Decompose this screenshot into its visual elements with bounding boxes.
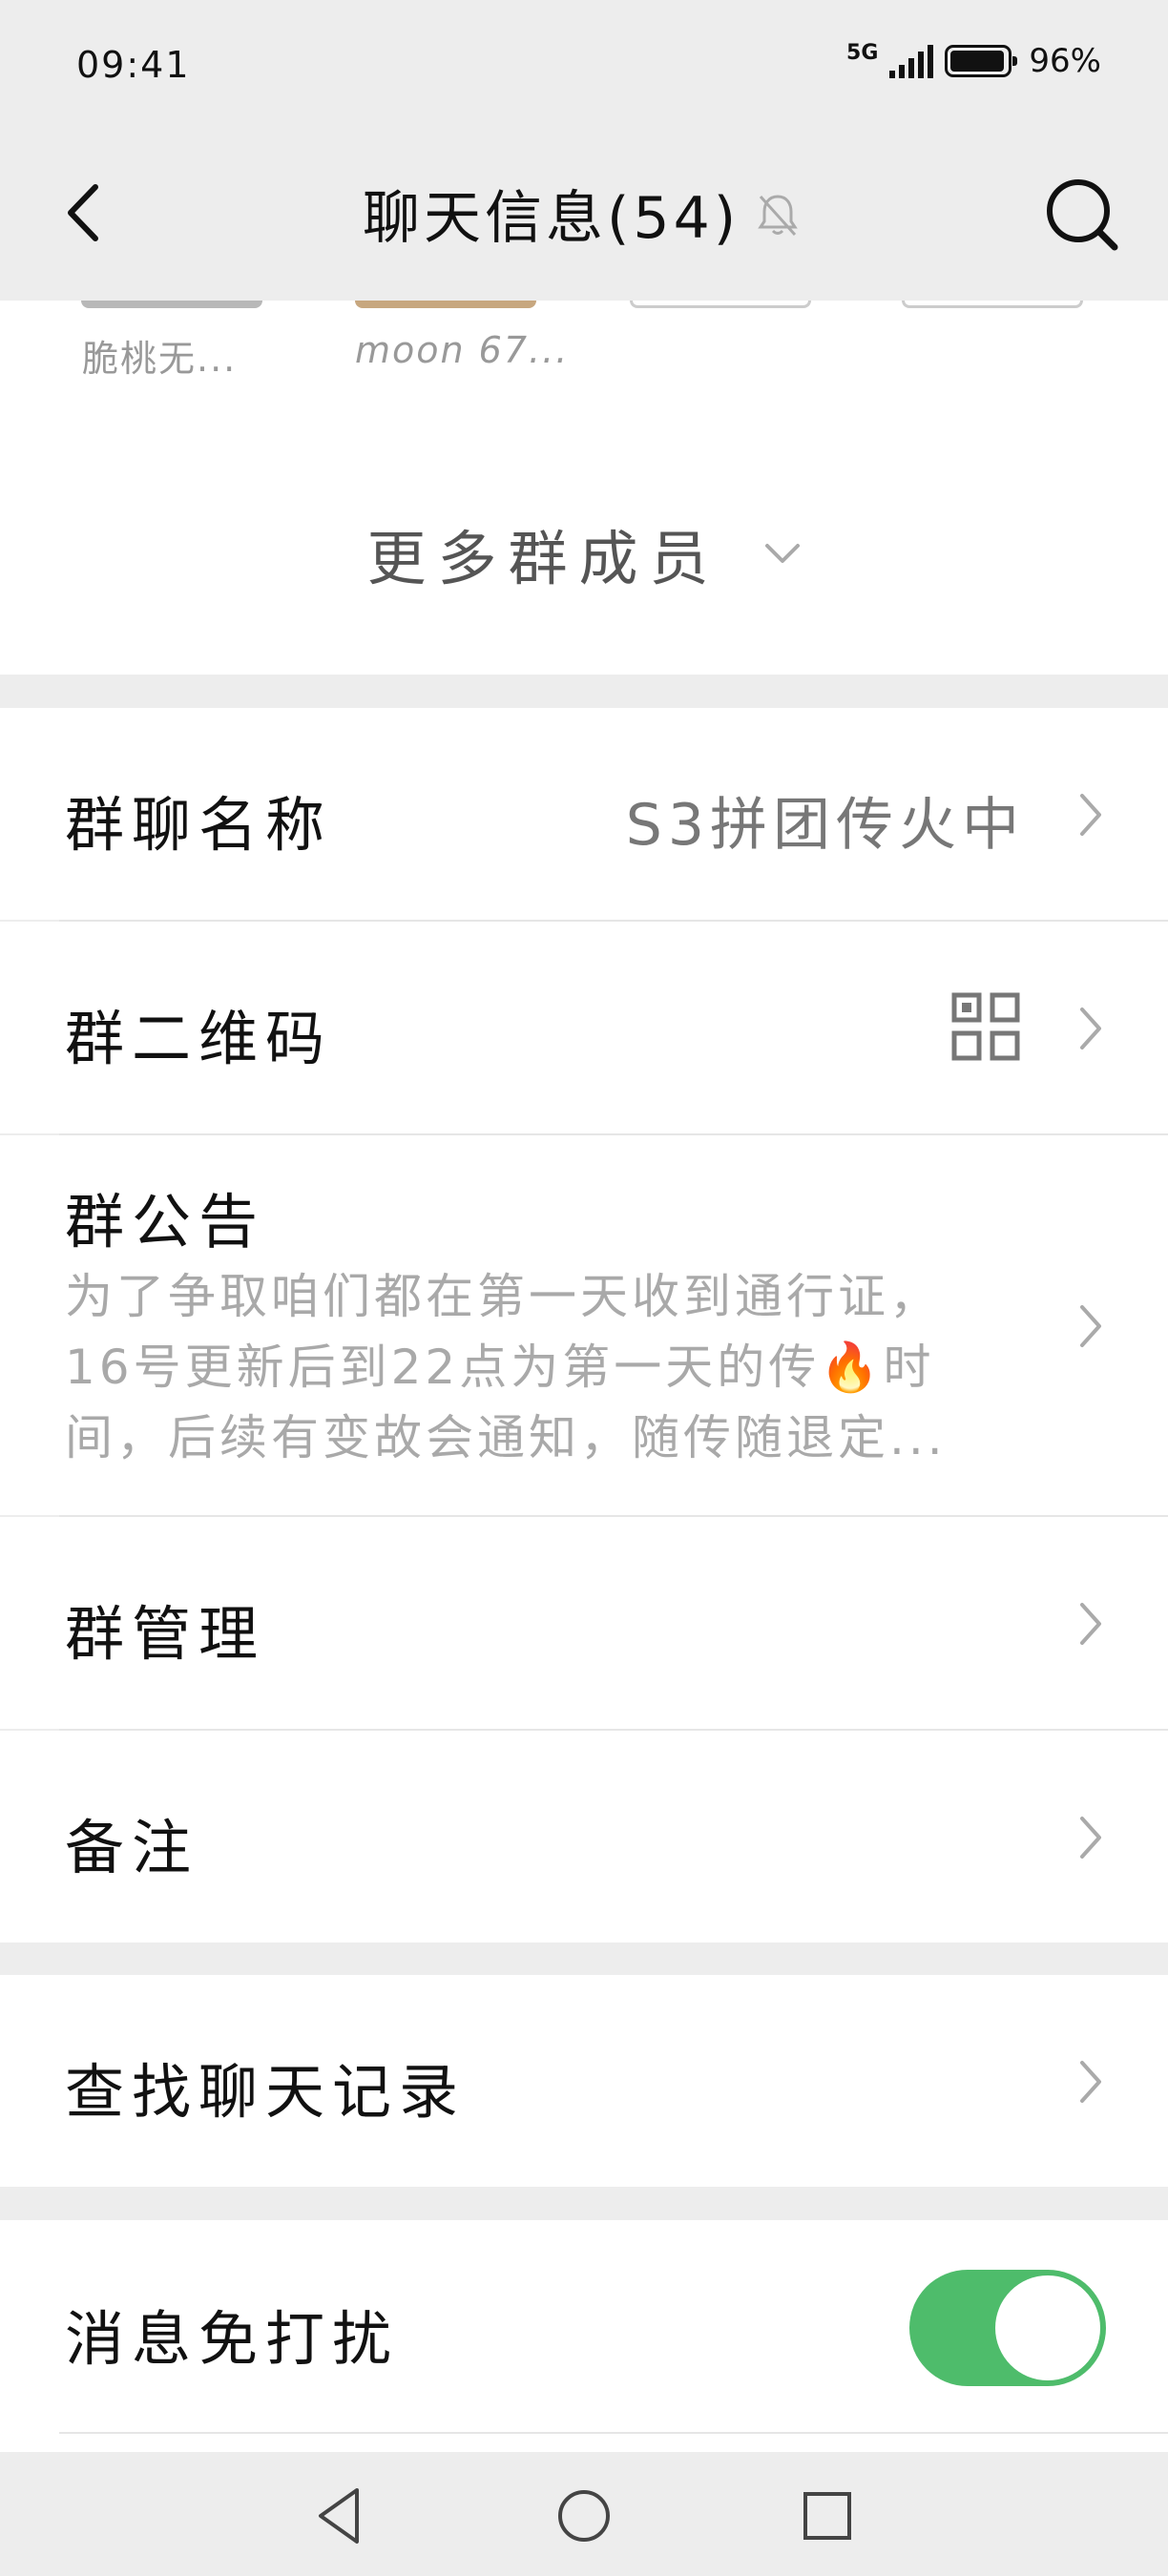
members-panel: 脆桃无... moon 67... 更多群成员 <box>0 301 1168 675</box>
member-name: moon 67... <box>355 329 570 371</box>
battery-percent: 96% <box>1029 42 1101 80</box>
system-nav-bar <box>0 2452 1168 2576</box>
more-members-label: 更多群成员 <box>366 524 720 593</box>
announcement-line: 16号更新后到22点为第一天的传🔥时 <box>65 1340 935 1395</box>
status-time: 09:41 <box>76 44 191 86</box>
chevron-right-icon <box>1080 2061 1101 2103</box>
chevron-down-icon <box>764 544 800 563</box>
chevron-right-icon <box>1080 1603 1101 1645</box>
chevron-right-icon <box>1080 1008 1101 1049</box>
announcement-line: 间，后续有变故会通知，随传随退定... <box>65 1410 947 1465</box>
remark-label: 备注 <box>65 1813 199 1882</box>
group-manage-label: 群管理 <box>65 1599 266 1669</box>
chevron-right-icon <box>1080 1817 1101 1859</box>
announcement-text: 为了争取咱们都在第一天收到通行证， 16号更新后到22点为第一天的传🔥时 间，后… <box>65 1261 981 1473</box>
group-name-value: S3拼团传火中 <box>625 792 1025 859</box>
status-icons: 5G 96% <box>846 42 1101 80</box>
chevron-right-icon <box>1080 1305 1101 1347</box>
group-qr-row[interactable]: 群二维码 <box>0 922 1168 1133</box>
group-name-label: 群聊名称 <box>65 790 333 860</box>
chevron-left-icon[interactable] <box>48 170 134 256</box>
circle-home-icon[interactable] <box>541 2473 627 2559</box>
network-type: 5G <box>846 41 879 65</box>
group-name-row[interactable]: 群聊名称 S3拼团传火中 <box>0 708 1168 920</box>
status-bar: 09:41 5G 96% <box>0 0 1168 134</box>
title-group: 聊天信息(54) <box>363 172 804 255</box>
bell-off-icon <box>758 194 798 236</box>
battery-icon <box>945 45 1018 77</box>
more-members-button[interactable]: 更多群成员 <box>0 510 1168 596</box>
group-manage-row[interactable]: 群管理 <box>0 1517 1168 1729</box>
signal-icon <box>889 45 934 78</box>
search-history-row[interactable]: 查找聊天记录 <box>0 1975 1168 2187</box>
mute-label: 消息免打扰 <box>65 2304 400 2374</box>
remark-row[interactable]: 备注 <box>0 1731 1168 1942</box>
chevron-right-icon <box>1080 794 1101 836</box>
header: 聊天信息(54) <box>0 134 1168 301</box>
page-title: 聊天信息(54) <box>363 185 740 252</box>
square-recents-icon[interactable] <box>784 2473 870 2559</box>
announcement-row[interactable]: 群公告 为了争取咱们都在第一天收到通行证， 16号更新后到22点为第一天的传🔥时… <box>0 1135 1168 1515</box>
mute-row: 消息免打扰 <box>0 2220 1168 2452</box>
qr-code-icon <box>951 992 1020 1061</box>
search-history-label: 查找聊天记录 <box>65 2057 467 2127</box>
member-slot <box>902 301 1083 308</box>
announcement-line: 为了争取咱们都在第一天收到通行证， <box>65 1269 941 1324</box>
toggle-knob <box>995 2275 1100 2380</box>
announcement-label: 群公告 <box>65 1187 266 1257</box>
mute-toggle[interactable] <box>909 2270 1106 2386</box>
triangle-back-icon[interactable] <box>298 2473 384 2559</box>
group-qr-label: 群二维码 <box>65 1004 333 1073</box>
search-icon[interactable] <box>1034 167 1130 262</box>
member-slot <box>630 301 811 308</box>
divider <box>59 2432 1168 2434</box>
member-name: 脆桃无... <box>82 338 238 380</box>
member-avatar[interactable] <box>355 301 536 308</box>
member-avatar[interactable] <box>81 301 262 308</box>
